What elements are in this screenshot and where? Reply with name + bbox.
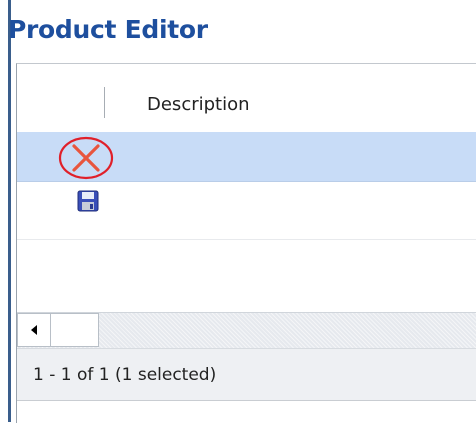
save-button[interactable] (77, 190, 99, 212)
pager-bar: 1 - 1 of 1 (1 selected) (17, 348, 476, 401)
table-row-selected[interactable] (17, 132, 476, 182)
grid-bottom-strip (17, 400, 476, 424)
page-title: Product Editor (8, 15, 208, 44)
horizontal-scrollbar[interactable] (17, 312, 476, 348)
arrow-left-icon (31, 325, 37, 335)
table-row[interactable] (17, 182, 476, 240)
column-separator[interactable] (104, 87, 105, 118)
scroll-left-button[interactable] (17, 313, 51, 347)
product-grid: Description 1 - 1 of 1 (1 selected) (16, 63, 476, 424)
table-empty-area (17, 240, 476, 312)
delete-icon (58, 136, 114, 180)
column-header-description[interactable]: Description (147, 94, 250, 115)
pager-status: 1 - 1 of 1 (1 selected) (33, 365, 217, 385)
delete-button[interactable] (57, 135, 117, 181)
grid-header: Description (17, 64, 476, 133)
save-disk-icon (77, 190, 99, 212)
scroll-thumb[interactable] (51, 313, 99, 347)
